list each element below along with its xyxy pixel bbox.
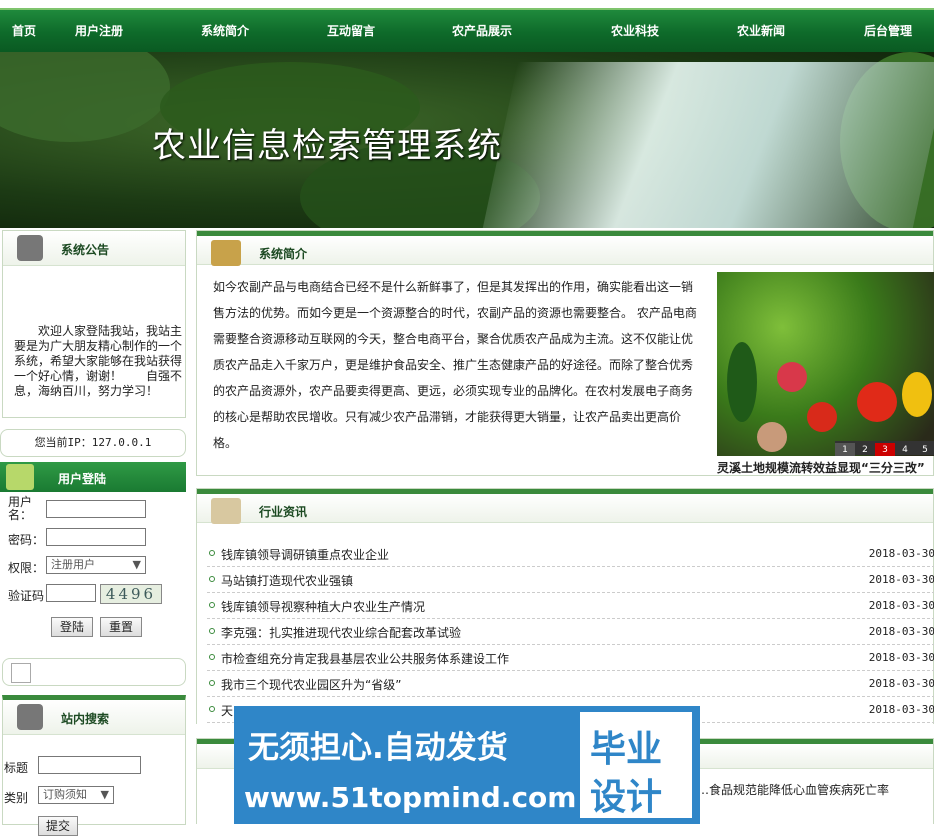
nav-admin[interactable]: 后台管理 bbox=[864, 22, 912, 39]
notice-heading: 系统公告 bbox=[61, 243, 110, 257]
waterfall bbox=[481, 62, 934, 228]
badge-line2: 设计 bbox=[590, 777, 663, 818]
bullet-icon bbox=[209, 576, 215, 582]
bullet-icon bbox=[209, 654, 215, 660]
nav-news[interactable]: 农业新闻 bbox=[737, 22, 785, 39]
news-header: 行业资讯 bbox=[197, 489, 933, 524]
bullet-icon bbox=[209, 550, 215, 556]
news-item[interactable]: 市检查组充分肯定我县基层农业公共服务体系建设工作 2018-03-30 bbox=[207, 645, 934, 671]
captcha-input[interactable] bbox=[46, 584, 96, 602]
bullet-icon bbox=[209, 602, 215, 608]
banner: 农业信息检索管理系统 bbox=[0, 52, 934, 228]
placeholder-icon bbox=[11, 663, 31, 683]
login-heading: 用户登陆 bbox=[58, 472, 107, 486]
badge-line1: 毕业 bbox=[590, 729, 663, 770]
top-nav: 首页 用户注册 系统简介 互动留言 农产品展示 农业科技 农业新闻 后台管理 bbox=[0, 8, 934, 52]
intro-header: 系统简介 bbox=[197, 231, 933, 266]
news-title[interactable]: 马站镇打造现代农业强镇 bbox=[221, 572, 353, 589]
notice-header: 系统公告 bbox=[3, 231, 185, 266]
news-item[interactable]: 钱库镇领导调研镇重点农业企业 2018-03-30 bbox=[207, 541, 934, 567]
slide-1[interactable]: 1 bbox=[835, 443, 855, 456]
search-title-input[interactable] bbox=[38, 756, 141, 774]
nav-tech[interactable]: 农业科技 bbox=[611, 22, 659, 39]
news-title[interactable]: 钱库镇领导视察种植大户农业生产情况 bbox=[221, 598, 425, 615]
site-title: 农业信息检索管理系统 bbox=[152, 126, 502, 166]
news-date: 2018-03-30 bbox=[868, 547, 934, 560]
watermark-badge: 毕业 设计 bbox=[580, 712, 692, 818]
ip-display: 您当前IP：127.0.0.1 bbox=[0, 429, 186, 457]
search-submit-button[interactable]: 提交 bbox=[38, 816, 78, 836]
news-item[interactable]: 钱库镇领导视察种植大户农业生产情况 2018-03-30 bbox=[207, 593, 934, 619]
intro-text: 如今农副产品与电商结合已经不是什么新鲜事了，但是其发挥出的作用，确实能看出这一销… bbox=[213, 280, 697, 450]
captcha-image[interactable]: 4496 bbox=[100, 584, 162, 604]
watermark-overlay: 无须担心.自动发货 www.51topmind.com 毕业 设计 bbox=[234, 706, 700, 824]
nav-register[interactable]: 用户注册 bbox=[75, 22, 123, 39]
password-input[interactable] bbox=[46, 528, 146, 546]
nav-home[interactable]: 首页 bbox=[12, 22, 36, 39]
news-date: 2018-03-30 bbox=[868, 703, 934, 716]
slide-5[interactable]: 5 bbox=[915, 443, 934, 456]
news-title[interactable]: 钱库镇领导调研镇重点农业企业 bbox=[221, 546, 389, 563]
role-value: 注册用户 bbox=[51, 558, 95, 571]
slide-3[interactable]: 3 bbox=[875, 443, 895, 456]
news-title[interactable]: 我市三个现代农业园区升为“省级” bbox=[221, 676, 401, 693]
login-header: 用户登陆 bbox=[0, 462, 186, 492]
search-category-label: 类别 bbox=[4, 791, 29, 805]
role-label: 权限： bbox=[8, 561, 45, 575]
product-photo[interactable]: 12345 bbox=[717, 272, 934, 456]
slide-pager: 12345 bbox=[835, 441, 934, 456]
login-button[interactable]: 登陆 bbox=[51, 617, 93, 637]
search-header: 站内搜索 bbox=[3, 700, 185, 735]
captcha-label: 验证码 bbox=[8, 589, 45, 603]
news-title[interactable]: 市检查组充分肯定我县基层农业公共服务体系建设工作 bbox=[221, 650, 509, 667]
user-icon bbox=[6, 464, 34, 490]
slide-2[interactable]: 2 bbox=[855, 443, 875, 456]
watermark-line2: www.51topmind.com bbox=[244, 781, 577, 814]
document-icon bbox=[211, 240, 241, 266]
bullet-icon bbox=[209, 680, 215, 686]
news-title[interactable]: 李克强：扎实推进现代农业综合配套改革试验 bbox=[221, 624, 461, 641]
reset-button[interactable]: 重置 bbox=[100, 617, 142, 637]
username-input[interactable] bbox=[46, 500, 146, 518]
news-date: 2018-03-30 bbox=[868, 625, 934, 638]
news-date: 2018-03-30 bbox=[868, 651, 934, 664]
news-date: 2018-03-30 bbox=[868, 599, 934, 612]
book-icon bbox=[211, 498, 241, 524]
nav-intro[interactable]: 系统简介 bbox=[201, 22, 249, 39]
news-date: 2018-03-30 bbox=[868, 573, 934, 586]
slide-4[interactable]: 4 bbox=[895, 443, 915, 456]
role-select[interactable]: 注册用户 ▼ bbox=[46, 556, 146, 574]
news-item[interactable]: 马站镇打造现代农业强镇 2018-03-30 bbox=[207, 567, 934, 593]
search-category-select[interactable]: 订购须知 ▼ bbox=[38, 786, 114, 804]
intro-box: 系统简介 如今农副产品与电商结合已经不是什么新鲜事了，但是其发挥出的作用，确实能… bbox=[196, 230, 934, 476]
news-date: 2018-03-30 bbox=[868, 677, 934, 690]
notice-text: 欢迎人家登陆我站，我站主要是为广大朋友精心制作的一个系统，希望大家能够在我站获得… bbox=[14, 324, 183, 398]
speaker-icon bbox=[17, 235, 43, 261]
nav-products[interactable]: 农产品展示 bbox=[452, 22, 512, 39]
watermark-line1: 无须担心.自动发货 bbox=[248, 730, 508, 766]
photo-caption[interactable]: 灵溪土地规模流转效益显现“三分三改” bbox=[717, 459, 925, 476]
password-label: 密码： bbox=[8, 533, 45, 547]
speaker-icon bbox=[17, 704, 43, 730]
chevron-down-icon: ▼ bbox=[100, 788, 109, 801]
bullet-icon bbox=[209, 628, 215, 634]
news-box: 行业资讯 钱库镇领导调研镇重点农业企业 2018-03-30 马站镇打造现代农业强… bbox=[196, 488, 934, 724]
news-item[interactable]: 李克强：扎实推进现代农业综合配套改革试验 2018-03-30 bbox=[207, 619, 934, 645]
intro-heading: 系统简介 bbox=[259, 247, 308, 261]
category-value: 订购须知 bbox=[43, 788, 87, 801]
news-item[interactable]: 我市三个现代农业园区升为“省级” 2018-03-30 bbox=[207, 671, 934, 697]
nav-message[interactable]: 互动留言 bbox=[327, 22, 375, 39]
bottom-news-title[interactable]: …食品规范能降低心血管疾病死亡率 bbox=[697, 781, 889, 798]
search-heading: 站内搜索 bbox=[61, 712, 110, 726]
bullet-icon bbox=[209, 706, 215, 712]
username-label: 用户名： bbox=[8, 495, 33, 522]
empty-box bbox=[2, 658, 186, 686]
news-heading: 行业资讯 bbox=[259, 505, 308, 519]
search-title-label: 标题 bbox=[4, 761, 29, 775]
chevron-down-icon: ▼ bbox=[132, 558, 141, 571]
